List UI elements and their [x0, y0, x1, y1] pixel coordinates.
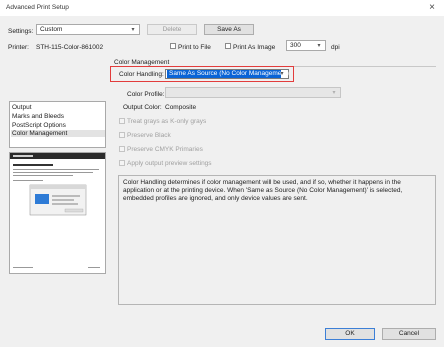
preserve-black-checkbox[interactable]	[119, 132, 125, 138]
dpi-unit-label: dpi	[331, 44, 340, 51]
settings-value: Custom	[40, 26, 63, 33]
output-color-label: Output Color:	[123, 104, 162, 111]
chevron-down-icon: ▾	[131, 27, 135, 33]
chevron-down-icon: ▾	[280, 71, 284, 77]
close-icon[interactable]: ×	[426, 2, 438, 14]
dpi-value: 300	[290, 42, 301, 49]
apply-preview-label: Apply output preview settings	[127, 160, 212, 167]
treat-grays-checkbox[interactable]	[119, 118, 125, 124]
window-title: Advanced Print Setup	[6, 4, 69, 11]
cancel-button[interactable]: Cancel	[382, 328, 436, 340]
output-color-value: Composite	[165, 104, 197, 111]
page-preview	[9, 152, 106, 274]
treat-grays-label: Treat grays as K-only grays	[127, 118, 207, 125]
title-bar: Advanced Print Setup ×	[0, 0, 444, 16]
printer-label: Printer:	[8, 44, 29, 51]
chevron-down-icon: ▾	[332, 90, 336, 96]
color-management-group-title: Color Management	[114, 59, 170, 66]
sidebar-item-marks-and-bleeds[interactable]: Marks and Bleeds	[12, 113, 64, 120]
print-as-image-label: Print As Image	[233, 44, 276, 51]
ok-button[interactable]: OK	[325, 328, 375, 340]
print-to-file-checkbox[interactable]	[170, 43, 176, 49]
color-profile-label: Color Profile:	[127, 91, 165, 98]
apply-preview-checkbox[interactable]	[119, 160, 125, 166]
color-profile-select[interactable]: ▾	[165, 87, 341, 98]
dpi-select[interactable]: 300 ▾	[286, 40, 326, 51]
advanced-print-setup-window: Advanced Print Setup × Settings: Custom …	[0, 0, 444, 347]
sidebar-item-postscript-options[interactable]: PostScript Options	[12, 122, 66, 129]
description-panel: Color Handling determines if color manag…	[118, 175, 436, 305]
description-text: Color Handling determines if color manag…	[123, 179, 403, 202]
sidebar-item-output[interactable]: Output	[12, 104, 32, 111]
chevron-down-icon: ▾	[317, 43, 321, 49]
color-handling-select[interactable]: Same As Source (No Color Management) ▾	[165, 69, 289, 79]
color-handling-value: Same As Source (No Color Management)	[167, 70, 289, 78]
preserve-cmyk-label: Preserve CMYK Primaries	[127, 146, 203, 153]
sidebar-item-color-management[interactable]: Color Management	[11, 130, 105, 137]
page-preview-image	[10, 153, 105, 268]
preserve-black-label: Preserve Black	[127, 132, 171, 139]
printer-name: STH-115-Color-861002	[36, 44, 104, 51]
color-handling-label: Color Handling:	[119, 71, 164, 78]
category-list: Output Marks and Bleeds PostScript Optio…	[9, 101, 106, 148]
print-as-image-checkbox[interactable]	[225, 43, 231, 49]
settings-select[interactable]: Custom ▾	[36, 24, 140, 35]
print-to-file-label: Print to File	[178, 44, 211, 51]
settings-label: Settings:	[8, 28, 34, 35]
preserve-cmyk-checkbox[interactable]	[119, 146, 125, 152]
delete-button[interactable]: Delete	[147, 24, 197, 35]
save-as-button[interactable]: Save As	[204, 24, 254, 35]
